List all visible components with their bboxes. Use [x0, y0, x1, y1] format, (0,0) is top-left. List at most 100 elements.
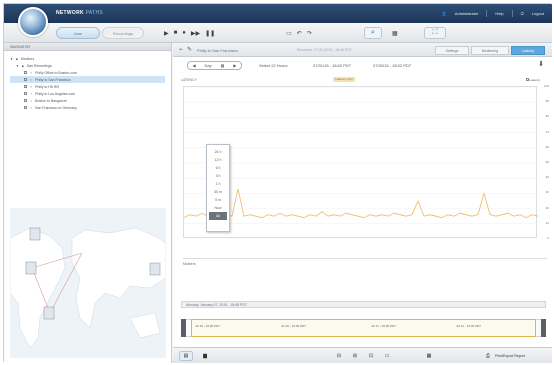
zoom-in-icon: ⊞	[352, 353, 358, 359]
tree-item-path[interactable]: ⌁ Philly to HK BR	[10, 83, 165, 90]
chart-view-button[interactable]: ▤	[179, 351, 193, 361]
app-window: NETWORK PATHS 👤 Administrator Help ⏻ Log…	[3, 3, 552, 363]
timeline-mark: Jul 31 - 06:00 PDT	[371, 324, 397, 328]
download-icon[interactable]: ⬇	[538, 60, 544, 68]
zoom-option[interactable]: 5 m	[209, 196, 227, 204]
timeline-mark: Jul 30 - 23:00 PDT	[281, 324, 307, 328]
tab-monitoring[interactable]: Monitoring	[471, 46, 509, 55]
top-header: NETWORK PATHS 👤 Administrator Help ⏻ Log…	[4, 4, 552, 23]
play-icon[interactable]: ▶	[164, 30, 169, 37]
prev-arrow-icon[interactable]: ◀	[192, 63, 195, 68]
y-tick-label: 20	[545, 205, 549, 210]
tree-item-label: Philly Office to Boston.com	[35, 70, 77, 75]
path-header: ⌁ ✎ Philly to San Francisco Recorded: 07…	[173, 43, 552, 57]
tab-settings[interactable]: Settings	[435, 46, 469, 55]
zoom-option[interactable]: 6 h	[209, 164, 227, 172]
zoom-option[interactable]: 1 h	[209, 180, 227, 188]
edit-icon[interactable]: ✎	[187, 46, 192, 53]
zoom-option[interactable]: All	[209, 212, 227, 220]
zoom-option[interactable]: 12 h	[209, 156, 227, 164]
fast-forward-icon[interactable]: ▶▶	[191, 30, 200, 37]
calendar-icon[interactable]: ▦	[221, 63, 225, 68]
markers-label: Markers	[183, 262, 196, 266]
tree-item-label: Philly to HK BR	[35, 84, 60, 89]
stop-icon[interactable]: ■	[174, 30, 178, 36]
record-icon[interactable]: ●	[182, 30, 186, 36]
path-icon: ⌁	[30, 77, 33, 82]
print-icon: ⎙	[485, 353, 490, 359]
undo-icon[interactable]: ↶	[297, 30, 302, 37]
tab-live[interactable]: Live	[56, 27, 100, 39]
zoom-option[interactable]: 30 m	[209, 188, 227, 196]
grid-icon[interactable]: ▦	[392, 30, 398, 37]
fit-button[interactable]: ⊡	[365, 351, 377, 361]
print-button[interactable]: ⎙	[483, 351, 493, 361]
y-tick-label: 30	[545, 190, 549, 195]
path-checkbox[interactable]	[24, 71, 27, 74]
reset-button[interactable]: ▭	[381, 351, 393, 361]
y-tick-label: 50	[545, 160, 549, 164]
bottom-toolbar: ▤ ▆ ⊟ ⊞ ⊡ ▭ ▦ ⎙ Print/Export Report	[173, 347, 552, 363]
chart-icon: ▤	[183, 353, 189, 359]
brand-name: NETWORK PATHS	[56, 10, 103, 16]
zoom-out-button[interactable]: ⊟	[333, 351, 345, 361]
timeline-navigator[interactable]: Monday, January 07, 2015 - 18:48 PDT Jul…	[181, 301, 546, 343]
tree-item-path[interactable]: ⌁ Philly Office to Boston.com	[10, 69, 165, 76]
print-icon[interactable]: ▭	[286, 30, 292, 37]
range-navigation: ◀ Day ▦ ▶ Select 22 Hours 07/31/15 - 18:…	[173, 57, 552, 72]
navigator-header: NAVIGATOR	[4, 43, 171, 51]
logout-link[interactable]: Logout	[532, 11, 544, 16]
tree-item-path-selected[interactable]: ⌁ Philly to San Francisco	[10, 76, 165, 83]
user-icon: 👤	[441, 11, 447, 16]
timeline-mark: Jul 30 - 18:00 PDT	[195, 324, 221, 328]
help-link[interactable]: Help	[495, 11, 503, 16]
tree-item-recordings[interactable]: ▼ ■ San Recordings	[10, 62, 165, 69]
path-icon: ⌁	[30, 105, 33, 110]
tab-recordings[interactable]: Recordings	[102, 27, 144, 39]
tree-item-label: Monitors	[20, 56, 35, 61]
y-tick-label: 80	[545, 114, 549, 119]
path-checkbox[interactable]	[24, 78, 27, 81]
brand-text: NETWORK	[56, 10, 84, 16]
path-icon: ⌁	[30, 84, 33, 89]
pause-icon[interactable]: ❚❚	[205, 30, 215, 37]
timeline-right-handle[interactable]	[541, 319, 546, 337]
tree-item-monitors[interactable]: ▼ ■ Monitors	[10, 55, 165, 62]
tab-latency[interactable]: Latency	[511, 46, 545, 55]
tree-item-path[interactable]: ⌁ Philly to Los Angeles.com	[10, 90, 165, 97]
tree-item-path[interactable]: ⌁ Boston to Bangalore	[10, 97, 165, 104]
zoom-option[interactable]: Now	[209, 204, 227, 212]
range-selector[interactable]: ◀ Day ▦ ▶	[187, 61, 242, 70]
user-name[interactable]: Administrator	[455, 11, 479, 16]
map-node-marker	[29, 227, 41, 241]
export-report-link[interactable]: Print/Export Report	[495, 354, 525, 358]
tree-item-path[interactable]: ⌁ San Francisco to Germany	[10, 104, 165, 111]
next-arrow-icon[interactable]: ▶	[233, 63, 236, 68]
path-checkbox[interactable]	[24, 85, 27, 88]
timeline-left-handle[interactable]	[181, 319, 186, 337]
zoom-option[interactable]: 24 h	[209, 148, 227, 156]
redo-icon[interactable]: ↷	[307, 30, 312, 37]
map-view-button[interactable]: ⛶	[424, 27, 446, 39]
y-tick-label: 40	[545, 175, 549, 180]
expand-icon[interactable]: ▼	[10, 57, 13, 61]
path-checkbox[interactable]	[24, 99, 27, 102]
folder-button[interactable]: ▆	[199, 351, 211, 361]
chart-legend: Latency	[525, 78, 540, 82]
timeline-header: Monday, January 07, 2015 - 18:48 PDT	[181, 301, 546, 308]
timeline-window[interactable]	[191, 319, 536, 337]
zoom-in-button[interactable]: ⊞	[349, 351, 361, 361]
world-map[interactable]	[10, 208, 166, 358]
expand-icon[interactable]: ▼	[16, 64, 19, 68]
fit-icon: ⊡	[368, 353, 374, 359]
map-node-marker	[25, 261, 37, 275]
zoom-option[interactable]: 3 h	[209, 172, 227, 180]
table-button[interactable]: ▦	[423, 351, 435, 361]
settings-group: ▦	[392, 28, 398, 38]
path-checkbox[interactable]	[24, 92, 27, 95]
path-checkbox[interactable]	[24, 106, 27, 109]
zoom-out-icon: ⊟	[336, 353, 342, 359]
search-button[interactable]: ⌕	[364, 27, 382, 39]
divider	[511, 10, 513, 17]
playback-controls: ▶ ■ ● ▶▶ ❚❚	[164, 28, 215, 38]
